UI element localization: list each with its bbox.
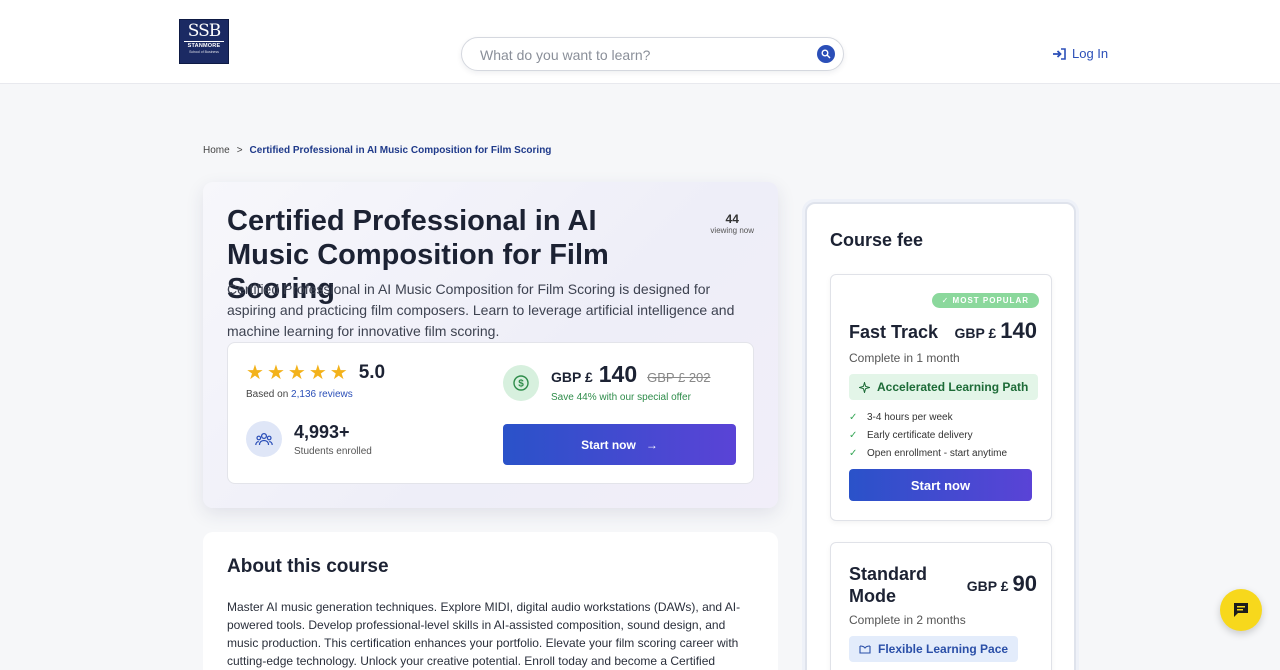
list-item: ✓ Early certificate delivery [849,427,1007,445]
arrow-right-icon: → [645,437,658,452]
course-description: Certified Professional in AI Music Compo… [227,281,735,339]
plan-price: GBP £ 140 [955,318,1037,344]
course-stats-panel: ★ ★ ★ ★ ★ 5.0 Based on 2,136 reviews 4,9… [227,342,754,484]
logo-name: STANMORE [187,43,221,49]
chat-icon [1234,603,1248,617]
pill-label: Accelerated Learning Path [877,380,1029,394]
students-label: Students enrolled [294,446,372,457]
students-count: 4,993+ [294,422,350,442]
pill-label: Flexible Learning Pace [878,642,1009,656]
plan-price: GBP £ 90 [967,571,1037,597]
list-item: ✓ 3-4 hours per week [849,409,1007,427]
start-now-label: Start now [581,437,636,452]
viewing-count: 44 [725,212,739,226]
course-fee-panel: Course fee ✓ MOST POPULAR Fast Track GBP… [805,202,1076,670]
breadcrumb-separator: > [236,145,243,156]
search-input[interactable] [480,45,800,65]
plan-amount: 140 [1000,318,1037,343]
plan-name: Standard Mode [849,564,928,606]
start-now-button[interactable]: Start now → [503,424,736,465]
viewing-now-indicator: 44 viewing now [710,212,754,235]
check-icon: ✓ [849,430,858,441]
old-price: GBP £ 202 [647,370,711,385]
feature-text: Open enrollment - start anytime [867,448,1008,459]
star-icon: ★ [329,362,348,384]
svg-text:$: $ [518,379,524,390]
students-icon [246,421,282,457]
breadcrumb-home[interactable]: Home [203,145,230,156]
plan-card-standard-mode[interactable]: Standard Mode GBP £ 90 Complete in 2 mon… [830,542,1052,670]
star-icon: ★ [266,362,285,384]
flexible-pace-pill: Flexible Learning Pace [849,636,1019,662]
list-item: ✓ Open enrollment - start anytime [849,445,1007,463]
plan-duration: Complete in 1 month [849,351,960,365]
search-icon [821,49,831,59]
search-button[interactable] [817,45,835,63]
logo-rule [184,41,224,42]
viewing-label: viewing now [710,226,754,235]
about-body: Master AI music generation techniques. E… [227,600,741,668]
price-amount: 140 [598,361,638,387]
site-header: SSB STANMORE School of Business Log In [0,0,1280,84]
based-on-label: Based on [246,389,289,400]
about-heading: About this course [227,556,389,577]
logo-tagline: School of Business [189,50,219,54]
most-popular-badge: ✓ MOST POPULAR [931,293,1039,308]
login-icon [1053,47,1066,60]
star-icon: ★ [246,362,264,384]
chat-widget-button[interactable] [1220,589,1262,631]
course-hero-card: Certified Professional in AI Music Compo… [203,182,778,508]
plan-currency: GBP £ [954,325,997,341]
plan-name: Fast Track [849,322,939,342]
star-icon: ★ [308,362,327,384]
course-fee-heading: Course fee [830,230,924,250]
accelerated-path-pill: Accelerated Learning Path [849,374,1039,400]
reviews-link[interactable]: 2,136 reviews [291,389,353,400]
stanmore-logo[interactable]: SSB STANMORE School of Business [179,19,229,64]
price-display: GBP £ 140 GBP £ 202 [551,361,711,388]
breadcrumb-current: Certified Professional in AI Music Compo… [249,145,552,156]
plan-card-fast-track[interactable]: ✓ MOST POPULAR Fast Track GBP £ 140 Comp… [830,274,1052,521]
check-icon: ✓ [849,448,858,459]
plan-duration: Complete in 2 months [849,613,966,627]
rating-value: 5.0 [358,362,386,383]
feature-text: Early certificate delivery [867,430,973,441]
save-offer-text: Save 44% with our special offer [551,392,691,403]
plan-start-now-button[interactable]: Start now [849,469,1032,501]
dollar-icon: $ [503,365,539,401]
about-section: About this course Master AI music genera… [203,532,778,670]
rating-stars: ★ ★ ★ ★ ★ 5.0 [246,362,385,384]
price-currency: GBP £ [551,369,593,385]
login-label: Log In [1072,46,1109,61]
search-bar [461,37,844,71]
plan-currency: GBP £ [966,578,1009,594]
plan-features: ✓ 3-4 hours per week ✓ Early certificate d… [849,409,1007,463]
check-icon: ✓ [849,412,858,423]
feature-text: 3-4 hours per week [867,412,953,423]
plan-amount: 90 [1012,571,1037,596]
logo-initials: SSB [187,21,222,41]
reviews-summary: Based on 2,136 reviews [246,389,353,400]
login-link[interactable]: Log In [1052,46,1108,61]
book-icon [859,645,871,654]
sparkle-icon [859,381,870,393]
star-icon: ★ [287,362,306,384]
breadcrumb: Home > Certified Professional in AI Musi… [203,145,551,156]
